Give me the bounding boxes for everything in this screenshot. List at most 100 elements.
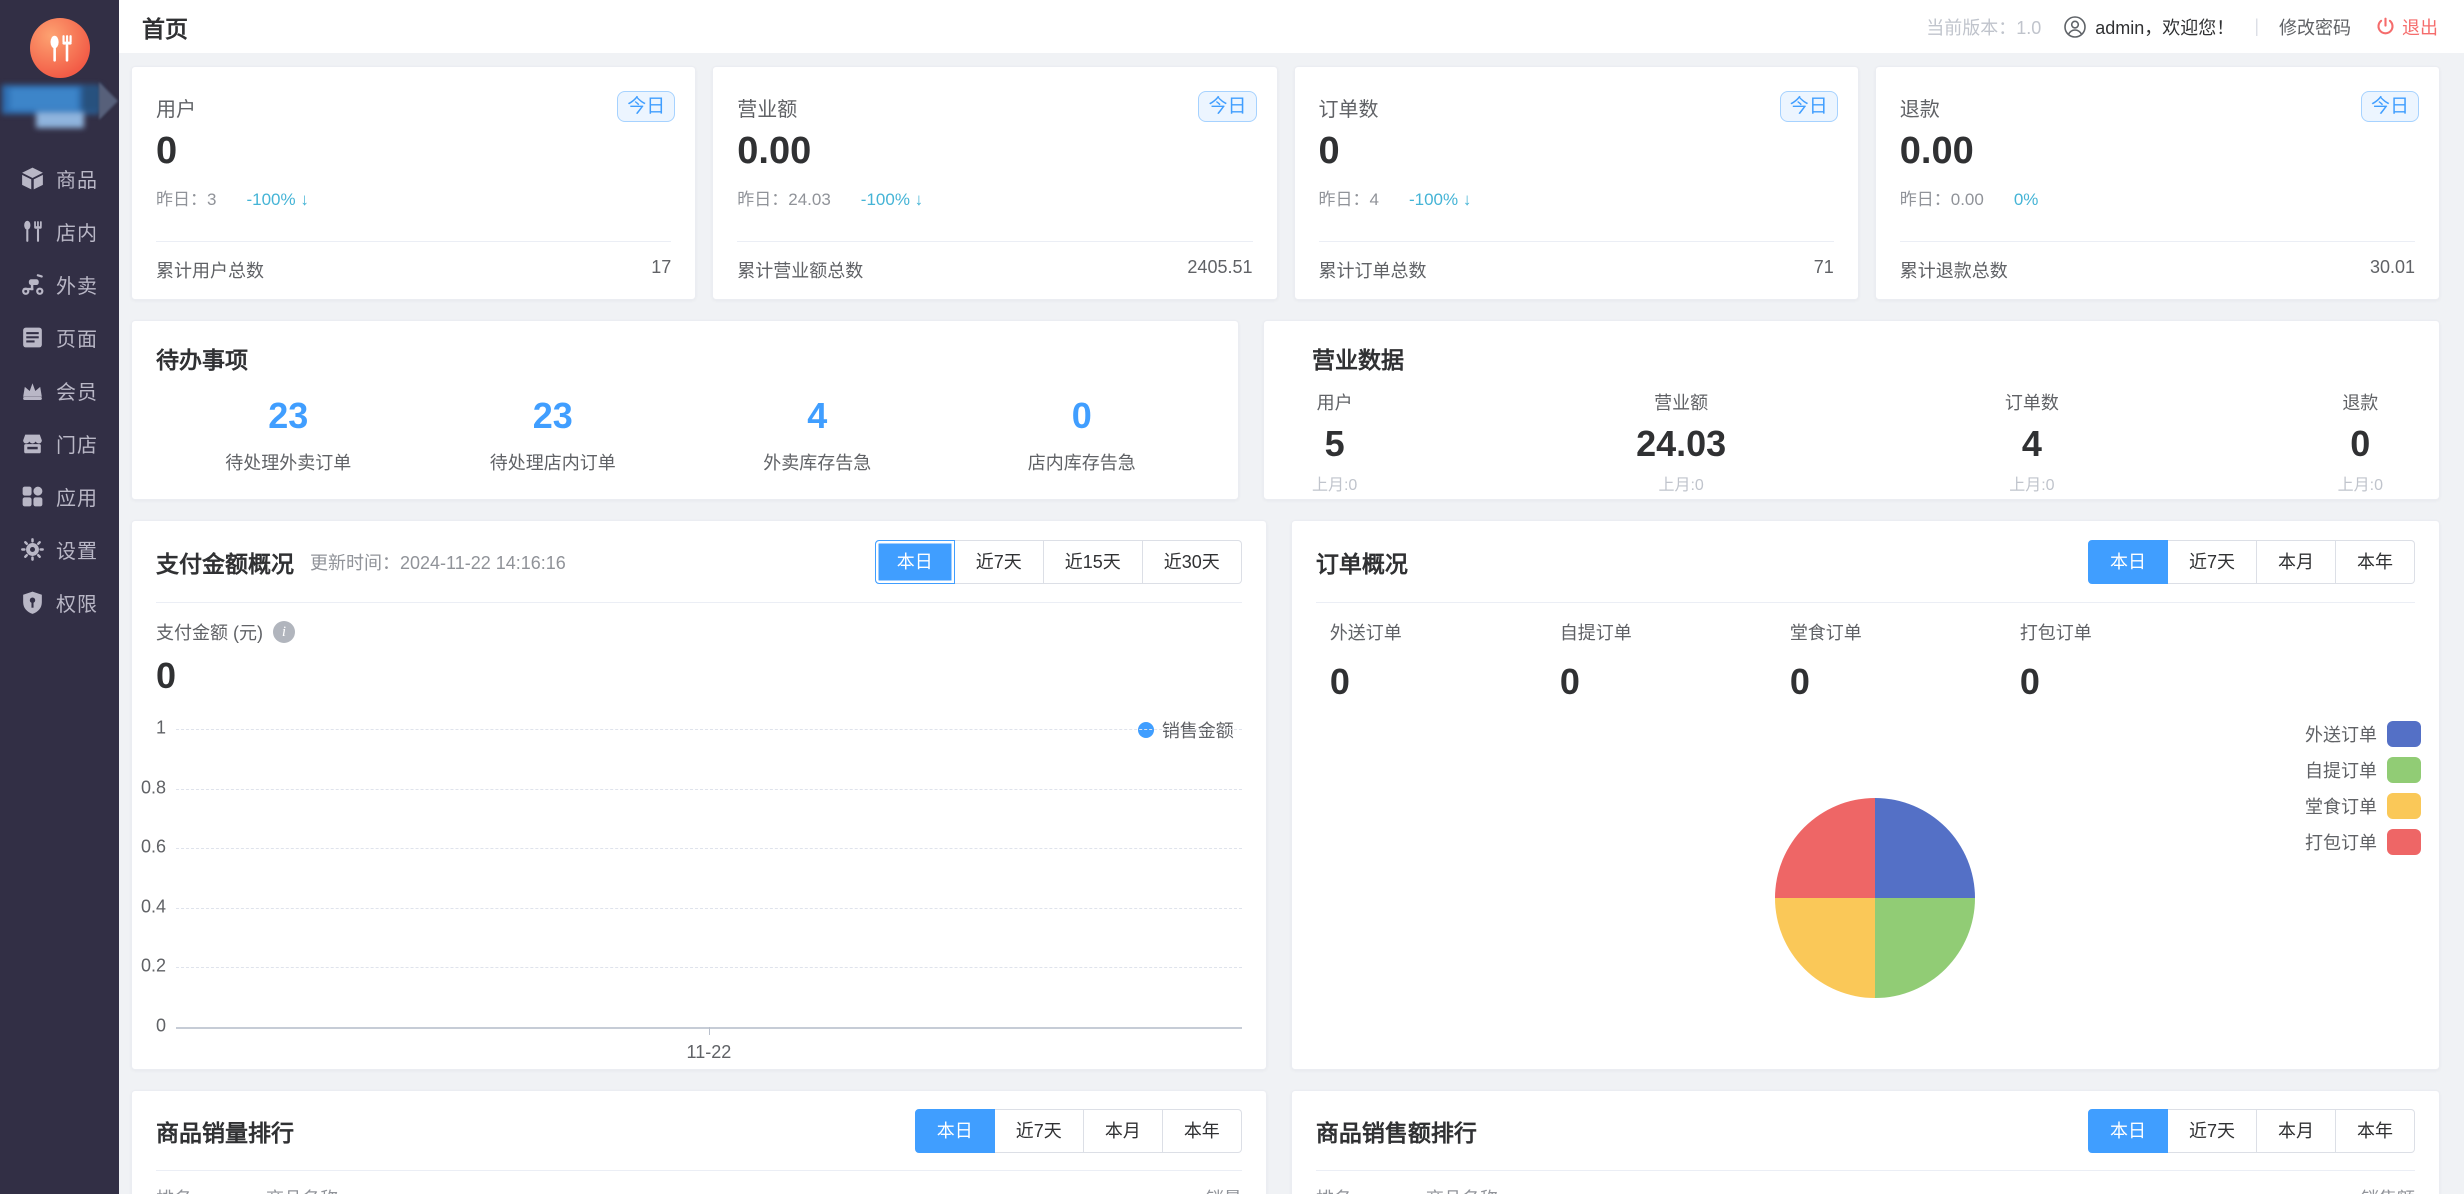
version-label: 当前版本：1.0: [1926, 14, 2041, 40]
stat-card-title: 订单数: [1319, 93, 1834, 122]
tab-last-7-days[interactable]: 近7天: [995, 1109, 1084, 1153]
dashboard-content: 用户 0 昨日：3-100% ↓ 今日 累计用户总数17 营业额 0.00 昨日…: [119, 53, 2464, 1194]
stat-delta: -100% ↓: [861, 190, 923, 209]
today-badge: 今日: [1780, 91, 1838, 122]
tab-last-7-days[interactable]: 近7天: [2168, 1109, 2257, 1153]
tab-this-year[interactable]: 本年: [1163, 1109, 1242, 1153]
sidebar-item-instore[interactable]: 店内: [0, 205, 119, 258]
tab-today[interactable]: 本日: [2088, 1109, 2168, 1153]
stat-total-label: 累计订单总数: [1319, 257, 1427, 283]
business-label: 用户: [1312, 389, 1357, 415]
todo-item-instore-orders[interactable]: 23 待处理店内订单: [421, 395, 686, 475]
change-password-link[interactable]: 修改密码: [2279, 14, 2351, 40]
logout-button[interactable]: 退出: [2375, 14, 2438, 40]
legend-item-delivery[interactable]: 外送订单: [2305, 721, 2421, 747]
tab-last-30-days[interactable]: 近30天: [1143, 540, 1242, 584]
product-sales-amount-rank-card: 商品销售额排行 本日 近7天 本月 本年 排名 商品名称 销售额: [1291, 1090, 2440, 1194]
todo-value: 4: [685, 395, 950, 437]
business-sub: 上月:0: [1312, 471, 1357, 495]
legend-label: 自提订单: [2305, 757, 2377, 783]
todo-value: 0: [950, 395, 1215, 437]
crown-icon: [19, 377, 46, 404]
business-sub: 上月:0: [2005, 471, 2059, 495]
legend-swatch: [2387, 829, 2421, 855]
legend-swatch: [2387, 721, 2421, 747]
tab-today[interactable]: 本日: [915, 1109, 995, 1153]
todo-label: 待处理店内订单: [421, 449, 686, 475]
user-menu[interactable]: admin，欢迎您！: [2063, 14, 2234, 40]
sidebar-item-goods[interactable]: 商品: [0, 152, 119, 205]
order-stat-label: 外送订单: [1330, 619, 1560, 645]
stat-card-value: 0.00: [1900, 130, 2415, 173]
tab-today[interactable]: 本日: [875, 540, 955, 584]
payment-overview-card: 支付金额概况 更新时间：2024-11-22 14:16:16 本日 近7天 近…: [131, 520, 1267, 1070]
stat-total-value: 71: [1814, 257, 1834, 283]
todo-item-takeout-orders[interactable]: 23 待处理外卖订单: [156, 395, 421, 475]
sidebar: 商品 店内: [0, 0, 119, 1194]
todo-item-takeout-stock[interactable]: 4 外卖库存告急: [685, 395, 950, 475]
today-badge: 今日: [2361, 91, 2419, 122]
legend-label: 外送订单: [2305, 721, 2377, 747]
sidebar-item-members[interactable]: 会员: [0, 364, 119, 417]
stat-yesterday: 昨日：3: [156, 190, 216, 209]
todo-label: 外卖库存告急: [685, 449, 950, 475]
stat-yesterday: 昨日：24.03: [737, 190, 831, 209]
legend-label: 堂食订单: [2305, 793, 2377, 819]
legend-item-dinein[interactable]: 堂食订单: [2305, 793, 2421, 819]
order-pie-legend: 外送订单 自提订单 堂食订单 打包订单: [2305, 721, 2421, 865]
order-stat-value: 0: [1790, 661, 2020, 703]
tab-last-15-days[interactable]: 近15天: [1044, 540, 1143, 584]
logout-label: 退出: [2402, 14, 2438, 40]
app-logo[interactable]: [30, 18, 90, 78]
legend-item-packed[interactable]: 打包订单: [2305, 829, 2421, 855]
sidebar-collapse-handle[interactable]: [99, 82, 118, 120]
sidebar-item-settings[interactable]: 设置: [0, 523, 119, 576]
sidebar-item-stores[interactable]: 门店: [0, 417, 119, 470]
todo-item-instore-stock[interactable]: 0 店内库存告急: [950, 395, 1215, 475]
sidebar-item-label: 商品: [56, 164, 98, 193]
business-sub: 上月:0: [2338, 471, 2383, 495]
business-label: 订单数: [2005, 389, 2059, 415]
today-badge: 今日: [617, 91, 675, 122]
page-title: 首页: [142, 10, 188, 44]
stat-total-label: 累计营业额总数: [737, 257, 863, 283]
y-tick-label: 0: [156, 1015, 166, 1036]
payment-line-chart: 1 0.8 0.6 0.4 0.2 0 11-22: [176, 729, 1242, 1027]
tab-this-month[interactable]: 本月: [2257, 1109, 2336, 1153]
tab-today[interactable]: 本日: [2088, 540, 2168, 584]
stat-card-refunds: 退款 0.00 昨日：0.000% 今日 累计退款总数30.01: [1875, 66, 2440, 300]
sidebar-item-takeout[interactable]: 外卖: [0, 258, 119, 311]
scooter-icon: [19, 271, 46, 298]
utensils-icon: [19, 218, 46, 245]
sidebar-item-apps[interactable]: 应用: [0, 470, 119, 523]
stat-delta: 0%: [2014, 190, 2039, 209]
info-icon[interactable]: i: [273, 621, 295, 643]
todo-title: 待办事项: [156, 341, 1214, 375]
todo-card: 待办事项 23 待处理外卖订单 23 待处理店内订单 4 外卖库存告急: [131, 320, 1239, 500]
tab-this-month[interactable]: 本月: [2257, 540, 2336, 584]
business-value: 5: [1312, 423, 1357, 465]
todo-value: 23: [421, 395, 686, 437]
sidebar-item-pages[interactable]: 页面: [0, 311, 119, 364]
orders-range-tabs: 本日 近7天 本月 本年: [2088, 540, 2415, 584]
business-item-revenue: 营业额 24.03 上月:0: [1636, 389, 1726, 495]
business-sub: 上月:0: [1636, 471, 1726, 495]
tab-this-year[interactable]: 本年: [2336, 540, 2415, 584]
gridline: [176, 908, 1242, 909]
page-icon: [19, 324, 46, 351]
business-value: 4: [2005, 423, 2059, 465]
y-tick-label: 0.8: [141, 777, 166, 798]
tab-last-7-days[interactable]: 近7天: [2168, 540, 2257, 584]
tab-this-month[interactable]: 本月: [1084, 1109, 1163, 1153]
sidebar-item-permissions[interactable]: 权限: [0, 576, 119, 629]
tab-this-year[interactable]: 本年: [2336, 1109, 2415, 1153]
payment-metric-value: 0: [156, 655, 1242, 697]
tab-last-7-days[interactable]: 近7天: [955, 540, 1044, 584]
updated-timestamp: 更新时间：2024-11-22 14:16:16: [310, 549, 566, 575]
rank-table-header: 排名 商品名称 销售额: [1316, 1185, 2415, 1194]
order-pie-chart[interactable]: [1775, 798, 1975, 998]
order-stat-dinein: 堂食订单 0: [1790, 619, 2020, 703]
order-stat-value: 0: [1560, 661, 1790, 703]
legend-item-pickup[interactable]: 自提订单: [2305, 757, 2421, 783]
gridline: [176, 967, 1242, 968]
